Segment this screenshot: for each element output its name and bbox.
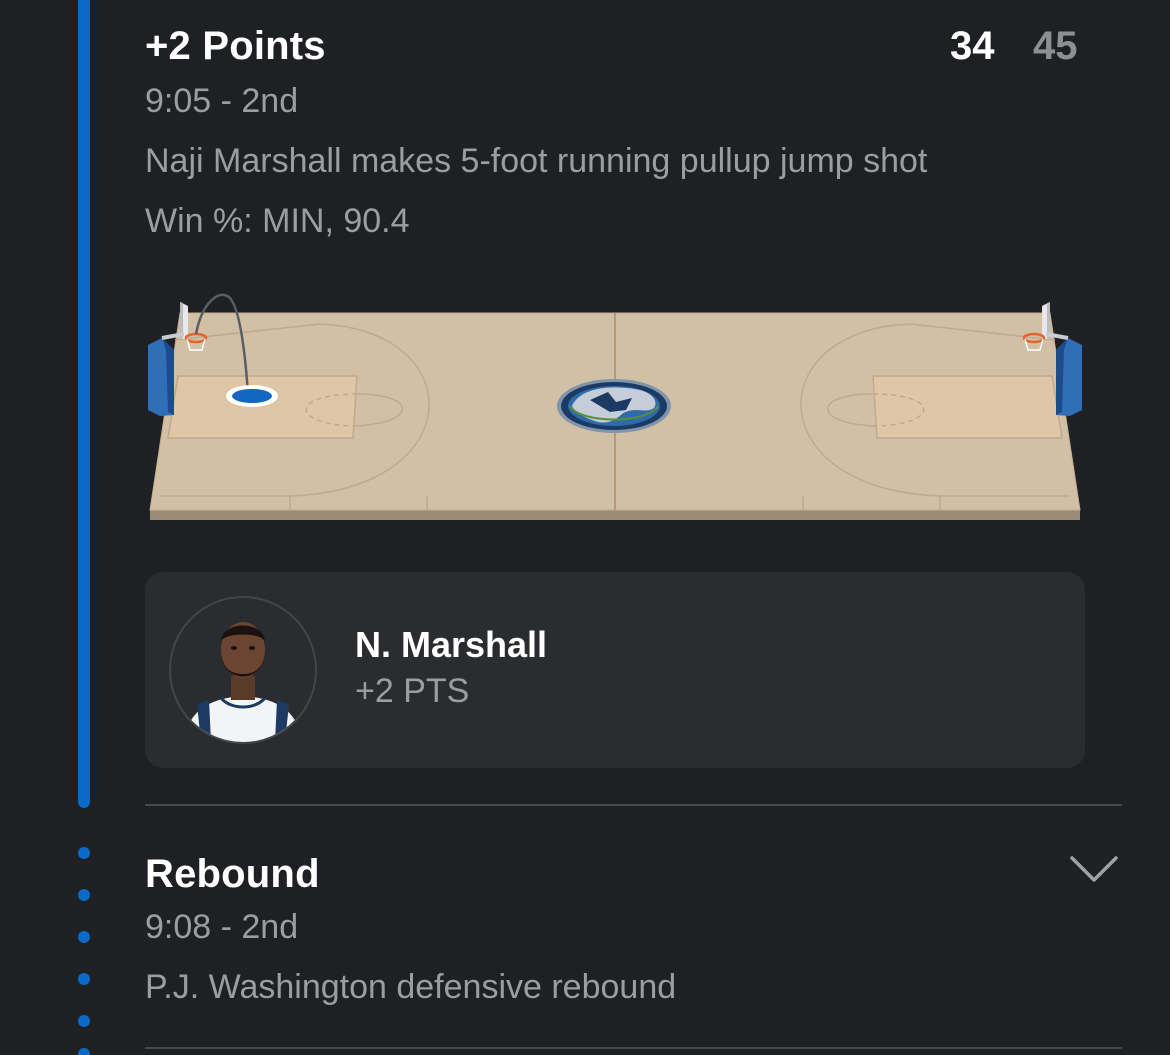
play-time: 9:08 - 2nd [145,908,299,946]
play-description: P.J. Washington defensive rebound [145,968,677,1006]
timeline-dot [78,889,90,901]
timeline-dot [78,931,90,943]
timeline-dot [78,1015,90,1027]
player-avatar [169,596,317,744]
win-percentage: Win %: MIN, 90.4 [145,202,410,240]
play-description: Naji Marshall makes 5-foot running pullu… [145,142,928,180]
shot-chart-court [140,290,1090,530]
play-title: Rebound [145,852,320,896]
play-title: +2 Points [145,24,326,68]
timeline-dot [78,973,90,985]
timeline-dot [78,1048,90,1055]
timeline-dot [78,847,90,859]
court-edge [150,510,1080,520]
shot-location-marker [226,385,278,407]
play-time: 9:05 - 2nd [145,82,299,120]
player-name: N. Marshall [355,624,548,665]
timberwolves-logo [557,379,671,433]
player-stat: +2 PTS [355,672,470,710]
score-home: 34 [950,24,995,68]
divider [145,804,1122,806]
score-away: 45 [1033,24,1078,68]
player-card[interactable]: N. Marshall +2 PTS [145,572,1085,768]
divider [145,1047,1122,1049]
play-by-play-feed: +2 Points 34 45 9:05 - 2nd Naji Marshall… [0,0,1170,1055]
timeline-active-bar [78,0,90,808]
chevron-down-icon[interactable] [1068,852,1120,888]
